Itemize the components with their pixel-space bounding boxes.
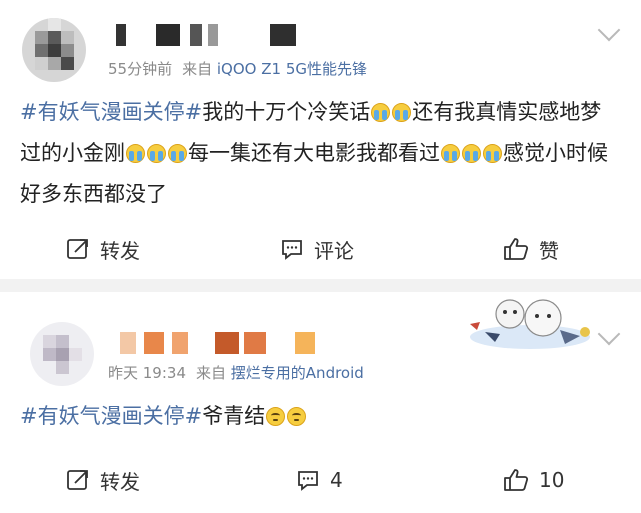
post-body: #有妖气漫画关停#我的十万个冷笑话 还有我真情实感地梦过的小金刚 每一集还有大电影我… [20,92,620,215]
crying-emoji-icon [168,144,187,163]
hashtag-link[interactable]: #有妖气漫画关停# [20,100,202,124]
post-time: 昨天 19:34 [108,364,186,382]
chevron-down-icon[interactable] [597,18,621,42]
post-separator [0,279,641,292]
crying-emoji-icon [483,144,502,163]
post-text-segment: 爷青结 [202,404,266,428]
sad-face-emoji-icon [266,407,286,426]
post-time: 55分钟前 [108,60,173,78]
post-text-segment: 我的十万个冷笑话 [202,100,371,124]
chevron-down-icon[interactable] [597,322,621,346]
crying-emoji-icon [126,144,145,163]
post-meta: 昨天 19:34 来自 摆烂专用的Android [108,362,364,383]
like-button[interactable]: 10 [503,460,564,500]
from-prefix: 来自 [196,364,227,382]
comment-count: 4 [330,468,343,492]
crying-emoji-icon [371,103,391,122]
comment-button[interactable]: 4 [296,460,343,500]
from-prefix: 来自 [182,60,213,78]
action-bar: 转发 4 10 [0,460,641,500]
comment-label: 评论 [314,238,354,263]
crying-emoji-icon [462,144,481,163]
post-body: #有妖气漫画关停#爷青结 [20,396,620,437]
weibo-post-2: 昨天 19:34 来自 摆烂专用的Android #有妖气漫画关停#爷青结 转发 [0,292,641,513]
thumbs-up-icon [504,238,529,260]
repost-icon [67,239,88,259]
avatar[interactable] [22,18,86,82]
weibo-post-1: 55分钟前 来自 iQOO Z1 5G性能先锋 #有妖气漫画关停#我的十万个冷笑话… [0,0,641,279]
sad-face-emoji-icon [287,407,307,426]
like-label: 赞 [539,238,559,263]
crying-emoji-icon [147,144,166,163]
username-redacted[interactable] [110,24,300,46]
like-button[interactable]: 赞 [503,229,559,269]
comment-icon [282,240,302,260]
cartoon-sticker-decoration [470,299,590,349]
username-redacted[interactable] [120,332,320,354]
action-bar: 转发 评论 赞 [0,229,641,269]
post-meta: 55分钟前 来自 iQOO Z1 5G性能先锋 [108,58,367,79]
post-source[interactable]: iQOO Z1 5G性能先锋 [217,60,367,78]
repost-label: 转发 [100,238,140,263]
like-count: 10 [539,468,565,492]
repost-button[interactable]: 转发 [66,460,140,500]
repost-icon [67,470,88,490]
post-text-segment: 每一集还有大电影我都看过 [188,141,440,165]
repost-button[interactable]: 转发 [66,229,140,269]
comment-icon [298,471,318,491]
crying-emoji-icon [441,144,460,163]
crying-emoji-icon [392,103,412,122]
thumbs-up-icon [504,469,529,491]
comment-button[interactable]: 评论 [280,229,354,269]
avatar[interactable] [30,322,94,386]
hashtag-link[interactable]: #有妖气漫画关停# [20,404,202,428]
repost-label: 转发 [100,469,140,494]
post-source[interactable]: 摆烂专用的Android [231,364,364,382]
